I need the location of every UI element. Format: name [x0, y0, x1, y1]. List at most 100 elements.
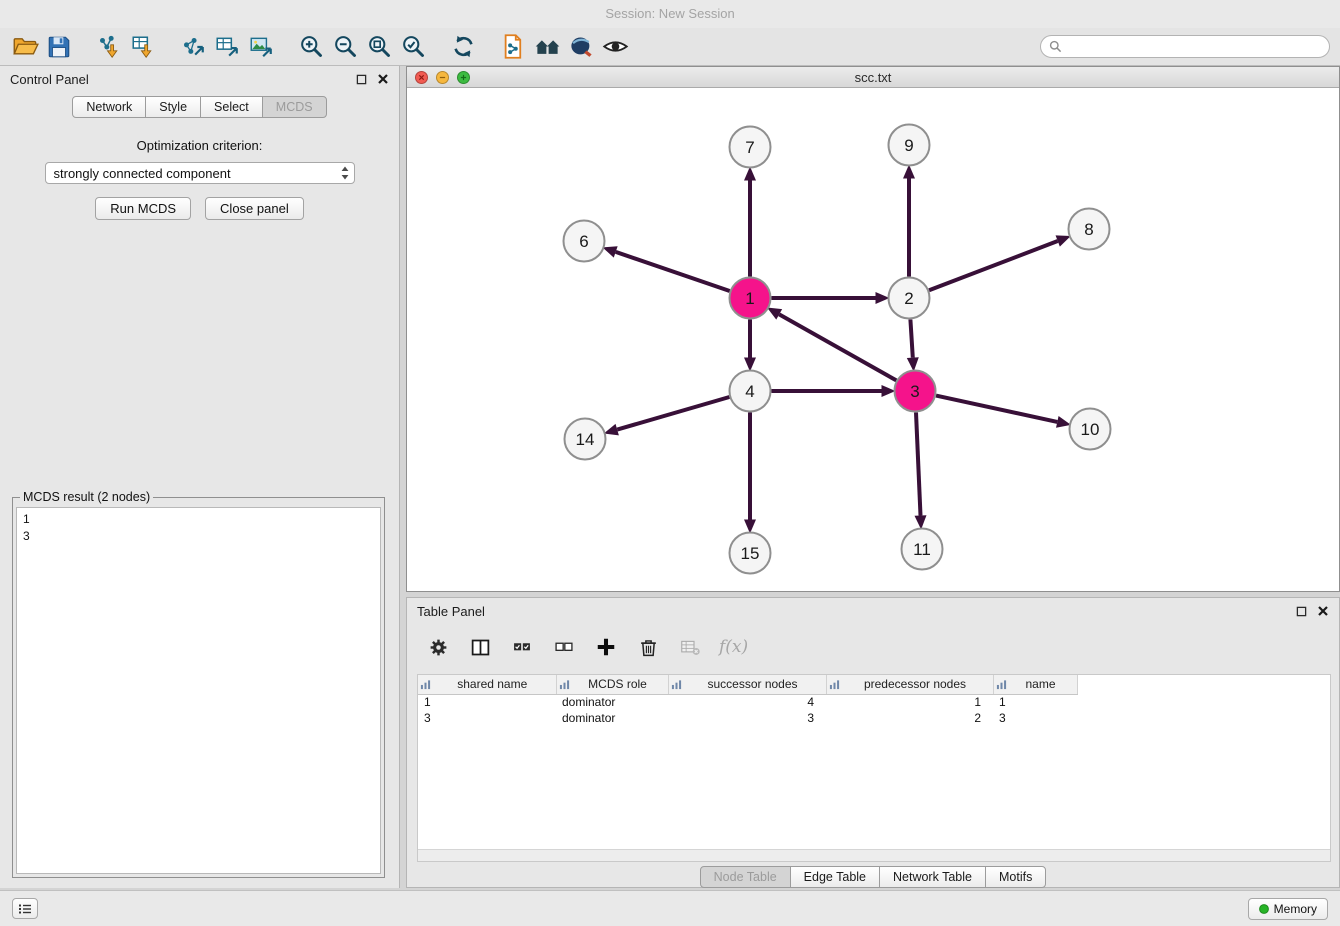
column-header-mcds-role[interactable]: MCDS role — [556, 675, 668, 694]
search-box[interactable] — [1040, 35, 1330, 58]
table-cell: dominator — [556, 694, 668, 710]
close-window-icon[interactable] — [415, 71, 428, 84]
style-apply-button[interactable] — [564, 31, 598, 63]
close-panel-button[interactable] — [377, 73, 389, 85]
table-settings-button[interactable] — [425, 634, 451, 660]
table-cell: 1 — [826, 694, 993, 710]
graph-node[interactable]: 4 — [730, 371, 771, 412]
tab-select[interactable]: Select — [200, 96, 263, 118]
function-builder-button[interactable]: f(x) — [719, 634, 748, 660]
zoom-out-button[interactable] — [328, 31, 362, 63]
tab-network-table[interactable]: Network Table — [879, 866, 986, 888]
table-cell: 3 — [993, 710, 1077, 726]
memory-button[interactable]: Memory — [1248, 898, 1328, 920]
run-mcds-button[interactable]: Run MCDS — [95, 197, 191, 220]
column-header-predecessor-nodes[interactable]: predecessor nodes — [826, 675, 993, 694]
graph-node[interactable]: 15 — [730, 533, 771, 574]
tab-node-table[interactable]: Node Table — [700, 866, 791, 888]
zoom-fit-button[interactable] — [362, 31, 396, 63]
criterion-select[interactable]: strongly connected component — [45, 162, 355, 184]
tab-edge-table[interactable]: Edge Table — [790, 866, 880, 888]
close-panel-action-button[interactable]: Close panel — [205, 197, 304, 220]
document-share-button[interactable] — [496, 31, 530, 63]
graph-node[interactable]: 14 — [565, 419, 606, 460]
mcds-result-text[interactable]: 1 3 — [16, 507, 381, 874]
graph-edge[interactable] — [936, 396, 1057, 422]
task-history-button[interactable] — [12, 898, 38, 919]
graph-edge[interactable] — [916, 413, 921, 516]
graph-edge[interactable] — [617, 397, 729, 430]
tab-mcds[interactable]: MCDS — [262, 96, 327, 118]
minimize-window-icon[interactable] — [436, 71, 449, 84]
close-icon — [377, 73, 389, 85]
save-session-button[interactable] — [42, 31, 76, 63]
select-all-columns-button[interactable] — [509, 634, 535, 660]
close-table-panel-button[interactable] — [1317, 605, 1329, 617]
criterion-selected-value: strongly connected component — [54, 166, 340, 181]
node-table-area[interactable]: shared name MCDS role successor nodes — [417, 674, 1331, 862]
network-window-titlebar[interactable]: scc.txt — [407, 67, 1339, 88]
import-network-icon — [96, 34, 122, 60]
window-titlebar[interactable]: Session: New Session — [0, 0, 1340, 28]
graph-node-label: 2 — [904, 289, 913, 308]
export-network-icon — [180, 34, 206, 60]
show-hide-button[interactable] — [598, 31, 632, 63]
graph-node[interactable]: 11 — [902, 529, 943, 570]
graph-edge[interactable] — [779, 314, 896, 380]
show-columns-button[interactable] — [467, 634, 493, 660]
delete-column-button[interactable] — [635, 634, 661, 660]
import-network-button[interactable] — [92, 31, 126, 63]
zoom-selected-button[interactable] — [396, 31, 430, 63]
mcds-result-group: MCDS result (2 nodes) 1 3 — [12, 490, 385, 878]
trash-icon — [638, 637, 659, 658]
export-table-icon — [214, 34, 240, 60]
float-panel-button[interactable] — [356, 74, 367, 85]
refresh-icon — [450, 33, 477, 60]
graph-node[interactable]: 10 — [1070, 409, 1111, 450]
export-table-button[interactable] — [210, 31, 244, 63]
graph-node[interactable]: 2 — [889, 278, 930, 319]
columns-icon — [470, 637, 491, 658]
tab-style[interactable]: Style — [145, 96, 201, 118]
column-header-shared-name[interactable]: shared name — [418, 675, 556, 694]
zoom-window-icon[interactable] — [457, 71, 470, 84]
node-table: shared name MCDS role successor nodes — [418, 675, 1078, 726]
graph-node[interactable]: 8 — [1069, 209, 1110, 250]
refresh-view-button[interactable] — [446, 31, 480, 63]
home-button[interactable] — [530, 31, 564, 63]
zoom-in-button[interactable] — [294, 31, 328, 63]
column-header-name[interactable]: name — [993, 675, 1077, 694]
open-folder-icon — [12, 33, 39, 60]
table-row[interactable]: 1dominator411 — [418, 694, 1077, 710]
graph-node[interactable]: 1 — [730, 278, 771, 319]
graph-node-label: 8 — [1084, 220, 1093, 239]
export-image-icon — [248, 34, 274, 60]
graph-node[interactable]: 3 — [895, 371, 936, 412]
graph-edge[interactable] — [910, 320, 912, 358]
deselect-all-columns-button[interactable] — [551, 634, 577, 660]
export-network-button[interactable] — [176, 31, 210, 63]
network-canvas[interactable]: 7 9 6 8 1 2 4 3 14 10 15 11 — [407, 88, 1339, 591]
horizontal-scrollbar[interactable] — [418, 849, 1330, 861]
create-column-button[interactable] — [593, 634, 619, 660]
tab-network[interactable]: Network — [72, 96, 146, 118]
table-cell: 1 — [418, 694, 556, 710]
graph-edge[interactable] — [929, 241, 1058, 290]
mcds-buttons: Run MCDS Close panel — [0, 197, 399, 220]
delete-table-button[interactable] — [677, 634, 703, 660]
export-image-button[interactable] — [244, 31, 278, 63]
graph-node[interactable]: 6 — [564, 221, 605, 262]
open-session-button[interactable] — [8, 31, 42, 63]
network-graph[interactable]: 7 9 6 8 1 2 4 3 14 10 15 11 — [407, 88, 1339, 591]
control-panel-tabs: Network Style Select MCDS — [0, 96, 399, 118]
float-table-panel-button[interactable] — [1296, 606, 1307, 617]
import-table-button[interactable] — [126, 31, 160, 63]
graph-node[interactable]: 9 — [889, 125, 930, 166]
search-input[interactable] — [1067, 39, 1321, 54]
graph-node-label: 1 — [745, 289, 754, 308]
column-header-successor-nodes[interactable]: successor nodes — [668, 675, 826, 694]
graph-node[interactable]: 7 — [730, 127, 771, 168]
table-row[interactable]: 3dominator323 — [418, 710, 1077, 726]
tab-motifs[interactable]: Motifs — [985, 866, 1046, 888]
graph-edge[interactable] — [616, 252, 730, 291]
